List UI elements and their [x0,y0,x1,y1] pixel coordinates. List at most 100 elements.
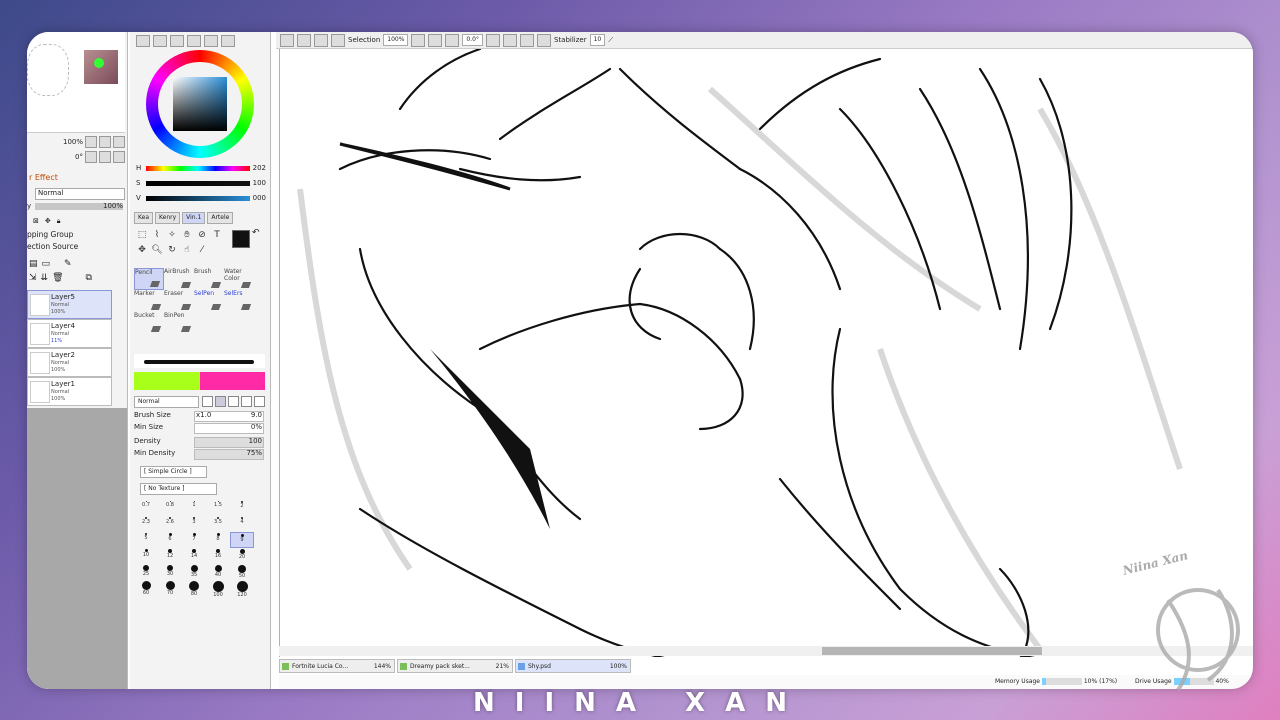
swatch-pink[interactable] [199,372,265,390]
size-preset[interactable]: 6 [158,532,182,548]
saturation-value-square[interactable] [173,77,227,131]
size-preset[interactable]: 10 [134,548,158,564]
toolbar-zoom-in-button[interactable] [428,33,443,47]
brush-size-row[interactable]: Brush Size x1.0 9.0 [134,411,264,422]
color-wheel-tab-icon[interactable] [136,35,150,47]
hsv-tab-icon[interactable] [170,35,184,47]
lock-transparency-icon[interactable]: ⊠ [33,217,39,226]
pipette-icon[interactable]: ⁄ [196,244,208,256]
brush-pencil[interactable]: Pencil [134,268,164,290]
hand-icon[interactable]: ✋︎ [181,229,193,241]
rotate-left-button[interactable] [85,151,97,163]
min-density-row[interactable]: Min Density 75% [134,449,264,460]
eyedropper-icon[interactable]: ⊘ [196,229,208,241]
delete-layer-icon[interactable]: 🗑︎ [52,273,63,283]
rect-select-icon[interactable]: ⬚ [136,229,148,241]
user-swatch-tab-icon[interactable] [221,35,235,47]
toolbar-zoom-out-button[interactable] [411,33,426,47]
layer-row-layer5[interactable]: Layer5 Normal 100% [27,290,112,319]
opacity-slider[interactable]: y 100% [27,202,125,211]
size-preset[interactable]: 70 [158,580,182,596]
size-preset[interactable]: 25 [134,564,158,580]
size-preset[interactable]: 5 [134,532,158,548]
new-vector-layer-icon[interactable]: ✎ [64,259,72,269]
size-preset[interactable]: 60 [134,580,158,596]
brush-shape-1[interactable] [202,396,213,407]
layer-row-layer2[interactable]: Layer2 Normal 100% [27,348,112,377]
horizontal-scrollbar[interactable] [279,646,1253,656]
padlock-icon[interactable]: 🔒︎ [57,217,61,226]
navigator[interactable] [27,32,125,133]
swatches-tab-icon[interactable] [187,35,201,47]
brush-shape-3[interactable] [228,396,239,407]
size-preset[interactable]: 0.7 [134,500,158,516]
brush-bucket[interactable]: Bucket [134,312,164,334]
size-preset[interactable]: 3.5 [206,516,230,532]
brush-shape-select[interactable]: [ Simple Circle ] [140,466,207,478]
zoom-icon[interactable]: 🔍︎ [151,244,163,256]
brush-shape-2[interactable] [215,396,226,407]
brush-brush[interactable]: Brush [194,268,224,290]
size-preset[interactable]: 40 [206,564,230,580]
doc-tab-shy[interactable]: Shy.psd 100% [515,659,631,673]
zoom-reset-button[interactable] [113,136,125,148]
zoom-field[interactable]: 100% [383,34,409,46]
zoom-in-button[interactable] [99,136,111,148]
blend-mode-select[interactable]: Normal [35,188,125,200]
new-folder-icon[interactable]: ▭ [42,259,51,269]
text-icon[interactable]: T [211,229,223,241]
size-preset[interactable]: 30 [158,564,182,580]
size-preset[interactable]: 80 [182,580,206,597]
flip-button[interactable] [536,33,551,47]
zoom-out-button[interactable] [85,136,97,148]
clipping-group-label[interactable]: pping Group [27,230,73,239]
size-preset[interactable]: 1 [182,500,206,516]
brush-eraser[interactable]: Eraser [164,290,194,312]
lock-icon[interactable]: ✥ [45,217,51,226]
size-preset[interactable]: 14 [182,548,206,564]
doc-tab-dreamy[interactable]: Dreamy pack sket... 21% [397,659,513,673]
toolbar-zoom-reset-button[interactable] [445,33,460,47]
size-preset[interactable]: 9 [230,532,254,548]
size-preset[interactable]: 8 [206,532,230,548]
subtab-4[interactable]: Artele [207,212,234,224]
doc-tab-fortnite[interactable]: Fortnite Lucia Co... 144% [279,659,395,673]
saturation-slider[interactable]: S 100 [136,179,266,188]
grab-icon[interactable]: ☝︎ [181,244,193,256]
line-tool-icon[interactable]: ⟋ [608,36,613,45]
swatch-green[interactable] [134,372,200,390]
angle-field[interactable]: 0.0° [462,34,483,46]
magic-wand-icon[interactable]: ✧ [166,229,178,241]
size-preset[interactable]: 2 [230,500,254,516]
layer-mask-icon[interactable]: ⧉ [86,273,92,283]
primary-color-swatch[interactable] [232,230,250,248]
transfer-down-icon[interactable]: ⇲ [29,273,37,283]
scratchpad-tab-icon[interactable] [204,35,218,47]
new-layer-icon[interactable]: ▤ [29,259,38,269]
layer-row-layer4[interactable]: Layer4 Normal 11% [27,319,112,348]
move-icon[interactable]: ✥ [136,244,148,256]
size-preset[interactable]: 12 [158,548,182,564]
toolbar-rotate-right-button[interactable] [502,33,517,47]
rotate-right-button[interactable] [99,151,111,163]
deselect-button[interactable] [314,33,328,47]
size-preset[interactable]: 35 [182,564,206,580]
merge-down-icon[interactable]: ⇊ [41,273,49,283]
subtab-2[interactable]: Kenry [155,212,181,224]
brush-blend-select[interactable]: Normal [134,396,199,408]
color-wheel[interactable] [146,50,254,158]
layer-row-layer1[interactable]: Layer1 Normal 100% [27,377,112,406]
selection-source-label[interactable]: ection Source [27,242,78,251]
undo-button[interactable] [280,33,294,47]
size-preset[interactable]: 16 [206,548,230,564]
invert-button[interactable] [331,33,345,47]
size-preset[interactable]: 3 [182,516,206,532]
size-preset[interactable]: 2.3 [134,516,158,532]
value-slider[interactable]: V 000 [136,194,266,203]
drawing-canvas[interactable] [279,49,1253,657]
brush-shape-4[interactable] [241,396,252,407]
density-row[interactable]: Density 100 [134,437,264,448]
brush-airbrush[interactable]: AirBrush [164,268,194,290]
brush-selpen[interactable]: SelPen [194,290,224,312]
hue-slider[interactable]: H 202 [136,164,266,173]
